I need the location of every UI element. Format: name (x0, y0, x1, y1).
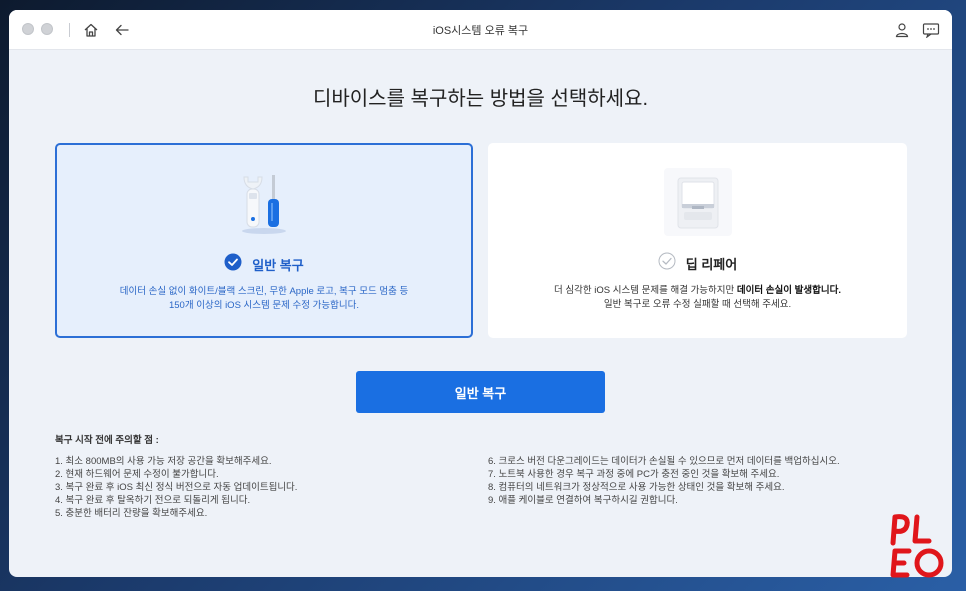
notes-title: 복구 시작 전에 주의할 점 : (55, 435, 159, 446)
note-item: 8. 컴퓨터의 네트워크가 정상적으로 사용 가능한 상태인 것을 확보해 주세… (488, 482, 785, 493)
title-bar: iOS시스템 오류 복구 (9, 10, 952, 50)
note-item: 5. 충분한 배터리 잔량을 확보해주세요. (55, 508, 208, 519)
selected-check-icon (224, 253, 242, 275)
note-item: 2. 현재 하드웨어 문제 수정이 불가합니다. (55, 469, 219, 480)
deep-repair-desc-line2: 일반 복구로 오류 수정 실패할 때 선택해 주세요. (603, 299, 792, 310)
unselected-check-icon (658, 252, 676, 274)
feedback-icon[interactable] (922, 21, 940, 39)
deep-repair-card[interactable]: 딥 리페어 더 심각한 iOS 시스템 문제를 해결 가능하지만 데이터 손실이… (488, 143, 907, 338)
user-icon[interactable] (893, 21, 911, 39)
phone-box-icon (660, 166, 736, 238)
page-headline: 디바이스를 복구하는 방법을 선택하세요. (312, 88, 649, 110)
note-item: 4. 복구 완료 후 탈옥하기 전으로 되돌리게 됩니다. (55, 495, 251, 506)
tools-icon (234, 171, 294, 235)
deep-repair-title: 딥 리페어 (685, 256, 738, 272)
window-title: iOS시스템 오류 복구 (432, 25, 529, 37)
pleo-watermark-logo (887, 513, 951, 579)
note-item: 6. 크로스 버전 다운그레이드는 데이터가 손실될 수 있으므로 먼저 데이터… (488, 456, 840, 467)
deep-repair-description: 더 심각한 iOS 시스템 문제를 해결 가능하지만 데이터 손실이 발생합니다… (489, 284, 906, 312)
deep-repair-desc-line1-a: 더 심각한 iOS 시스템 문제를 해결 가능하지만 (554, 285, 737, 296)
standard-repair-desc-line2: 150개 이상의 iOS 시스템 문제 수정 가능합니다. (168, 300, 359, 311)
standard-repair-title: 일반 복구 (252, 257, 304, 273)
note-item: 9. 애플 케이블로 연결하여 복구하시길 권합니다. (488, 495, 678, 506)
standard-repair-description: 데이터 손실 없이 화이트/블랙 스크린, 무한 Apple 로고, 복구 모드… (57, 285, 471, 313)
app-window: iOS시스템 오류 복구 디바이스를 복구하는 방법을 선택하세요. 일반 복구… (9, 10, 952, 577)
note-item: 1. 최소 800MB의 사용 가능 저장 공간을 확보해주세요. (55, 456, 272, 467)
data-loss-warning: 데이터 손실이 발생합니다. (736, 285, 841, 296)
standard-repair-card[interactable]: 일반 복구 데이터 손실 없이 화이트/블랙 스크린, 무한 Apple 로고,… (55, 143, 473, 338)
deep-repair-title-row: 딥 리페어 (489, 252, 906, 274)
standard-repair-desc-line1: 데이터 손실 없이 화이트/블랙 스크린, 무한 Apple 로고, 복구 모드… (119, 286, 409, 297)
notes-list-left: 1. 최소 800MB의 사용 가능 저장 공간을 확보해주세요. 2. 현재 … (55, 455, 297, 520)
note-item: 7. 노트북 사용한 경우 복구 과정 중에 PC가 충전 중인 것을 확보해 … (488, 469, 780, 480)
note-item: 3. 복구 완료 후 iOS 최신 정식 버전으로 자동 업데이트됩니다. (55, 482, 298, 493)
start-standard-repair-button[interactable]: 일반 복구 (356, 371, 605, 413)
notes-list-right: 6. 크로스 버전 다운그레이드는 데이터가 손실될 수 있으므로 먼저 데이터… (488, 455, 840, 507)
standard-repair-title-row: 일반 복구 (57, 253, 471, 275)
deep-repair-desc-line1: 더 심각한 iOS 시스템 문제를 해결 가능하지만 데이터 손실이 발생합니다… (489, 284, 906, 298)
